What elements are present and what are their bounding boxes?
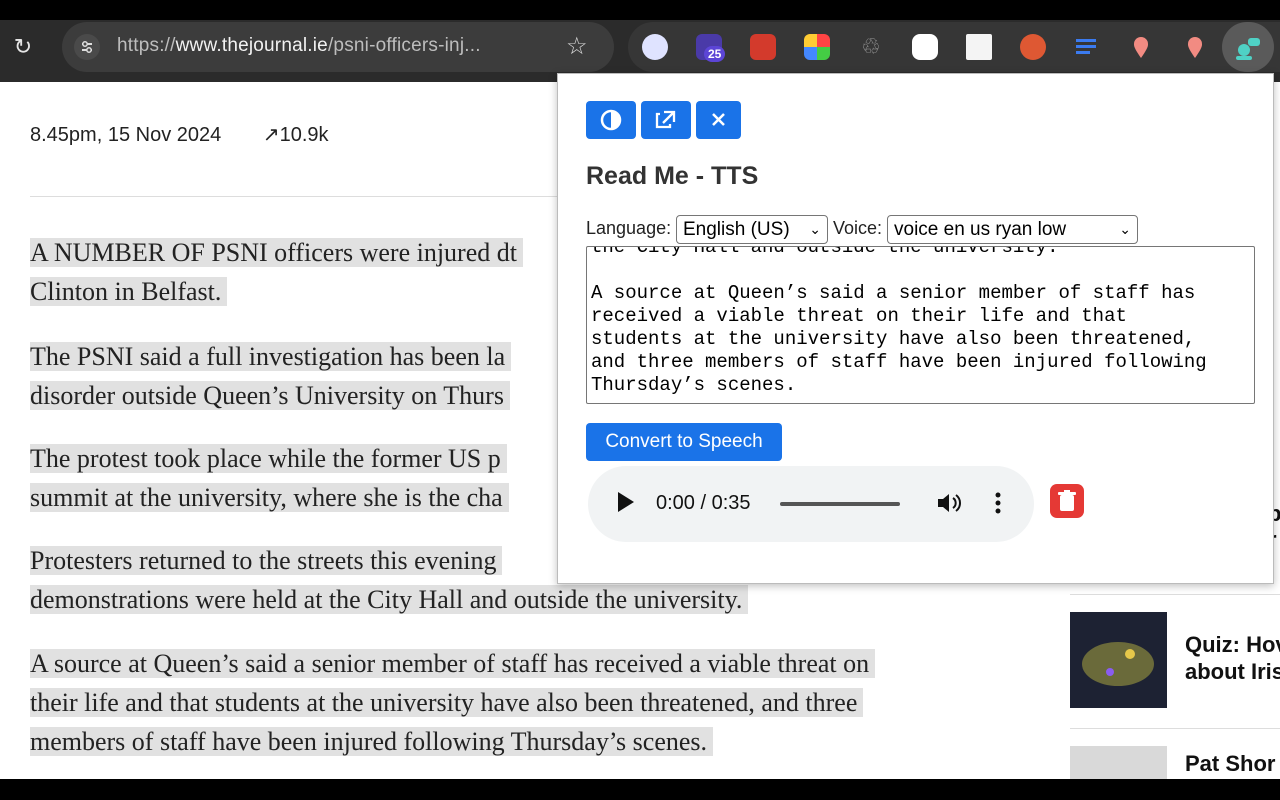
sidebar-divider [1070, 594, 1280, 595]
volume-icon[interactable] [934, 488, 964, 518]
more-options-icon[interactable] [988, 486, 1008, 520]
chevron-down-icon: ⌄ [1119, 221, 1131, 237]
top-black-bar [0, 0, 1280, 20]
url-domain: www.thejournal.ie [175, 35, 328, 56]
contrast-button[interactable] [586, 101, 636, 139]
star-icon[interactable]: ☆ [566, 32, 588, 61]
address-bar[interactable]: https://www.thejournal.ie/psni-officers-… [62, 22, 614, 72]
extension-badge: 25 [704, 46, 726, 62]
url-scheme: https:// [117, 35, 176, 56]
paragraph-line: members of staff have been injured follo… [30, 727, 714, 756]
convert-to-speech-button[interactable]: Convert to Speech [586, 423, 782, 461]
bug-extension-icon[interactable] [966, 34, 992, 60]
play-icon[interactable] [618, 492, 634, 512]
sidebar-thumbnail[interactable] [1070, 746, 1167, 779]
language-voice-row: Language: [586, 218, 671, 239]
duckduckgo-extension-icon[interactable] [1020, 34, 1046, 60]
close-button[interactable] [696, 101, 741, 139]
sidebar-item-title[interactable]: Pat Shor [1185, 750, 1275, 777]
password-extension-icon[interactable] [750, 34, 776, 60]
article-paragraph: The protest took place while the former … [30, 439, 509, 517]
read-me-extension-icon[interactable] [1222, 22, 1274, 72]
color-extension-icon[interactable] [804, 34, 830, 60]
voice-select[interactable]: voice en us ryan low ⌄ [887, 215, 1138, 244]
article-paragraph: A source at Queen’s said a senior member… [30, 644, 876, 761]
views-value: 10.9k [279, 124, 329, 146]
voice-label-wrap: Voice: [833, 218, 882, 239]
reload-icon[interactable]: ↻ [10, 34, 36, 60]
bottom-black-bar [0, 779, 1280, 800]
article-meta: 8.45pm, 15 Nov 2024 ↗10.9k [30, 122, 329, 147]
sidebar-item-title-line: about Iris [1185, 659, 1280, 684]
publish-time: 8.45pm, 15 Nov 2024 [30, 124, 222, 146]
recycle-extension-icon[interactable]: ♲ [858, 34, 884, 60]
paragraph-line: The PSNI said a full investigation has b… [30, 342, 512, 371]
ghost-extension-icon[interactable] [642, 34, 668, 60]
audio-player: 0:00 / 0:35 [588, 466, 1034, 542]
paragraph-line: A NUMBER OF PSNI officers were injured d… [30, 238, 523, 267]
article-paragraph: A NUMBER OF PSNI officers were injured d… [30, 233, 523, 311]
popup-title: Read Me - TTS [586, 162, 759, 190]
pin-extension-icon-2[interactable] [1182, 34, 1208, 60]
language-select[interactable]: English (US) ⌄ [676, 215, 828, 244]
paragraph-line: Protesters returned to the streets this … [30, 546, 503, 575]
paragraph-line: The protest took place while the former … [30, 444, 507, 473]
pin-extension-icon[interactable] [1128, 34, 1154, 60]
delete-audio-button[interactable] [1050, 484, 1084, 518]
sidebar-divider [1070, 728, 1280, 729]
trending-icon: ↗ [262, 124, 280, 146]
paragraph-line: disorder outside Queen’s University on T… [30, 381, 510, 410]
sidebar-item-title-line: Quiz: Hov [1185, 632, 1280, 657]
voice-select-value: voice en us ryan low [894, 219, 1067, 240]
article-paragraph: The PSNI said a full investigation has b… [30, 337, 512, 415]
extensions-area: ♲ [628, 22, 1280, 72]
audio-time: 0:00 / 0:35 [656, 492, 751, 514]
audio-progress-slider[interactable] [780, 502, 900, 506]
tts-text-area[interactable]: the City Hall and outside the university… [586, 246, 1255, 404]
site-settings-icon[interactable] [74, 34, 100, 60]
sidebar-item-title[interactable]: Quiz: Hov about Iris [1185, 631, 1280, 685]
language-label: Language: [586, 218, 672, 238]
at-extension-icon[interactable] [912, 34, 938, 60]
open-external-button[interactable] [641, 101, 691, 139]
paragraph-line: summit at the university, where she is t… [30, 483, 509, 512]
paragraph-line: A source at Queen’s said a senior member… [30, 649, 876, 678]
paragraph-line: demonstrations were held at the City Hal… [30, 585, 749, 614]
url-text[interactable]: https://www.thejournal.ie/psni-officers-… [117, 35, 481, 57]
paragraph-line: Clinton in Belfast. [30, 277, 228, 306]
list-extension-icon[interactable] [1074, 34, 1100, 60]
read-me-tts-popup: Read Me - TTS Language: English (US) ⌄ V… [557, 73, 1274, 584]
chevron-down-icon: ⌄ [809, 221, 821, 237]
tts-text-content: the City Hall and outside the university… [591, 246, 1207, 396]
paragraph-line: their life and that students at the univ… [30, 688, 864, 717]
language-select-value: English (US) [683, 219, 790, 240]
sidebar-thumbnail[interactable] [1070, 612, 1167, 708]
views-count: ↗10.9k [263, 124, 329, 146]
voice-label: Voice: [833, 218, 883, 238]
url-path: /psni-officers-inj... [327, 35, 481, 56]
